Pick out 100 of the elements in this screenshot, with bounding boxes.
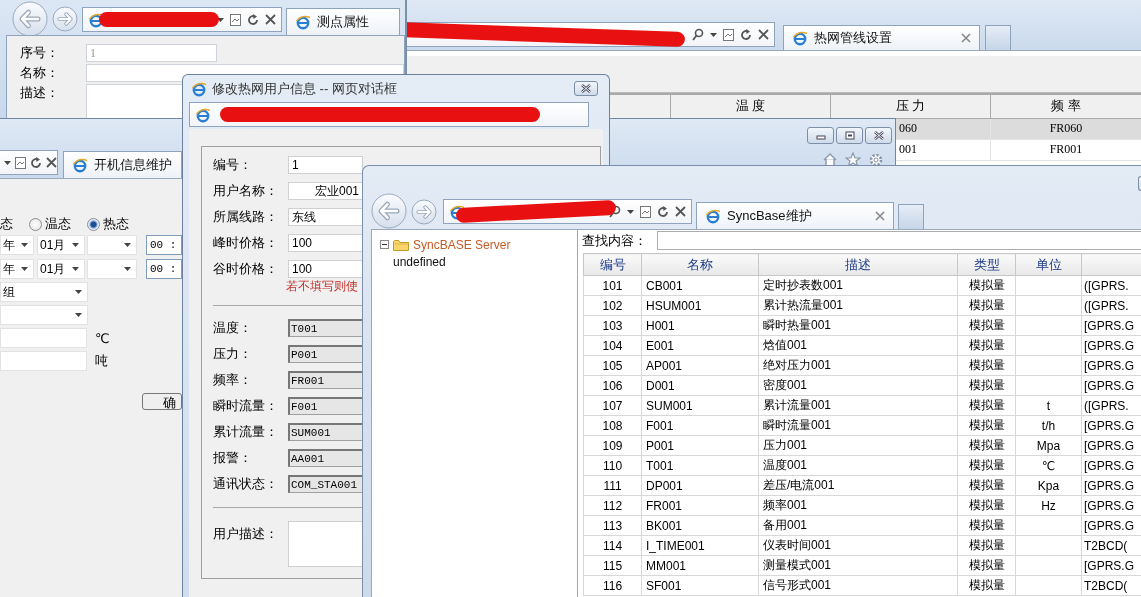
text-field[interactable]: FR001	[288, 371, 363, 389]
text-field[interactable]	[0, 351, 87, 371]
home-icon[interactable]	[822, 152, 838, 168]
caret-icon[interactable]	[21, 243, 28, 247]
text-field[interactable]: 100	[288, 260, 363, 278]
radio-button[interactable]	[87, 217, 100, 231]
text-field[interactable]: 1	[288, 156, 363, 174]
dropdown[interactable]: 年	[0, 235, 34, 255]
text-field[interactable]: F001	[288, 397, 363, 415]
address-bar[interactable]	[82, 7, 282, 32]
dropdown[interactable]: 01月	[37, 259, 85, 279]
maximize-icon[interactable]	[842, 131, 857, 140]
text-field[interactable]: 东线	[288, 208, 363, 226]
table-cell: 模拟量	[957, 375, 1016, 396]
text-field[interactable]: AA001	[288, 449, 363, 467]
table-cell: 密度001	[758, 375, 958, 396]
caret-icon[interactable]	[75, 290, 82, 294]
close-icon[interactable]	[758, 29, 769, 40]
column-header[interactable]: 压 力	[830, 94, 991, 118]
column-header[interactable]: 单位	[1015, 253, 1082, 276]
search-icon[interactable]	[692, 27, 704, 42]
browser-tab[interactable]: 开机信息维护	[63, 151, 182, 178]
browser-tab[interactable]: 热网管线设置	[783, 25, 980, 50]
caret-icon[interactable]	[124, 243, 131, 247]
close-icon[interactable]	[265, 14, 276, 25]
caret-icon[interactable]	[72, 243, 79, 247]
address-bar[interactable]	[189, 102, 589, 127]
text-field[interactable]: COM_STA001	[288, 475, 363, 493]
text-field[interactable]: 宏业001	[288, 182, 363, 200]
page-icon[interactable]	[15, 156, 26, 169]
text-field[interactable]	[0, 328, 87, 348]
address-bar[interactable]	[405, 22, 775, 47]
page-icon[interactable]	[640, 205, 651, 218]
column-header[interactable]: 温 度	[670, 94, 831, 118]
caret-icon[interactable]	[627, 209, 634, 214]
text-field[interactable]: T001	[288, 319, 363, 337]
dropdown[interactable]: 01月	[37, 235, 85, 255]
search-field[interactable]	[657, 231, 1141, 250]
close-icon[interactable]	[46, 157, 57, 168]
table-cell: I_TIME001	[641, 535, 759, 556]
caret-icon[interactable]	[21, 267, 28, 271]
table-cell: 模拟量	[957, 295, 1016, 316]
caret-icon[interactable]	[124, 267, 131, 271]
page-icon[interactable]	[230, 13, 241, 26]
caret-icon[interactable]	[4, 160, 11, 165]
back-icon[interactable]	[12, 1, 48, 37]
column-header[interactable]: 编号	[583, 253, 642, 276]
table-cell: MM001	[641, 555, 759, 576]
table-cell: 仪表时间001	[758, 535, 958, 556]
table-cell: 瞬时热量001	[758, 315, 958, 336]
dropdown[interactable]: 组	[0, 282, 88, 302]
tree-label[interactable]: SyncBASE Server	[413, 237, 511, 252]
e-letter-icon	[295, 14, 311, 30]
column-header[interactable]: 名称	[641, 253, 759, 276]
text-field[interactable]: P001	[288, 345, 363, 363]
minimize-button[interactable]	[807, 127, 834, 144]
radio-button[interactable]	[29, 217, 42, 231]
confirm-button[interactable]: 确	[142, 393, 182, 410]
text-field[interactable]: SUM001	[288, 423, 363, 441]
close-icon[interactable]	[875, 211, 885, 221]
table-cell[interactable]: FR001	[990, 139, 1141, 160]
refresh-icon[interactable]	[740, 28, 752, 41]
close-button[interactable]	[574, 81, 598, 96]
table-cell: 定时抄表数001	[758, 275, 958, 296]
close-button[interactable]	[865, 127, 892, 144]
table-cell: 模拟量	[957, 435, 1016, 456]
table-cell: 模拟量	[957, 495, 1016, 516]
time-field[interactable]: 00 :	[146, 235, 182, 255]
column-header[interactable]: 类型	[957, 253, 1016, 276]
table-cell: DP001	[641, 475, 759, 496]
caret-icon[interactable]	[72, 267, 79, 271]
page-icon[interactable]	[723, 28, 734, 41]
browser-tab[interactable]: 测点属性	[286, 8, 400, 35]
dropdown[interactable]: 年	[0, 259, 34, 279]
caret-icon[interactable]	[75, 313, 82, 317]
table-cell: 模拟量	[957, 515, 1016, 536]
refresh-icon[interactable]	[657, 205, 669, 218]
close-icon	[579, 84, 593, 93]
time-field[interactable]: 00 :	[146, 259, 182, 279]
table-cell: 模拟量	[957, 535, 1016, 556]
table-cell: AP001	[641, 355, 759, 376]
tree-label[interactable]: undefined	[393, 254, 446, 269]
table-cell: 模拟量	[957, 575, 1016, 596]
star-icon[interactable]	[845, 152, 861, 168]
text-field[interactable]: 100	[288, 234, 363, 252]
settings-icon[interactable]	[868, 152, 884, 168]
collapse-icon[interactable]	[380, 240, 389, 249]
table-cell: 差压/电流001	[758, 475, 958, 496]
refresh-icon[interactable]	[30, 156, 42, 169]
table-cell: 焓值001	[758, 335, 958, 356]
address-bar[interactable]	[443, 199, 692, 224]
column-header[interactable]: 描述	[758, 253, 958, 276]
browser-tab[interactable]: SyncBase维护	[696, 202, 894, 229]
address-bar[interactable]	[0, 150, 58, 175]
refresh-icon[interactable]	[247, 13, 259, 26]
close-icon[interactable]	[675, 206, 686, 217]
caret-icon[interactable]	[710, 32, 717, 37]
column-header[interactable]: 频 率	[990, 94, 1141, 118]
close-icon[interactable]	[961, 33, 971, 43]
dialog-title: 修改热网用户信息 -- 网页对话框	[212, 79, 397, 98]
